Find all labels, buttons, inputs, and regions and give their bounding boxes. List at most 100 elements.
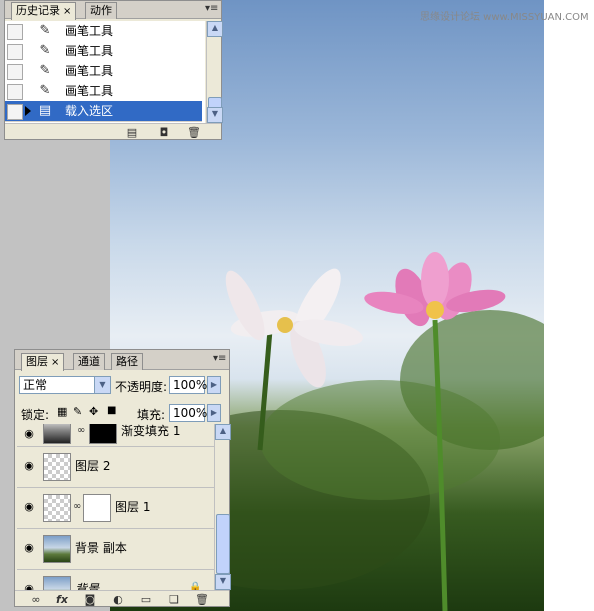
opacity-label: 不透明度: bbox=[115, 380, 168, 394]
layer-row-background[interactable]: ◉ 背景 🔒 bbox=[17, 570, 214, 590]
history-item-label: 画笔工具 bbox=[65, 24, 114, 38]
history-footer: ▤ ◘ 🗑 bbox=[5, 123, 221, 139]
scroll-down-arrow-icon[interactable]: ▼ bbox=[207, 107, 223, 123]
layers-tab-bar: 图层 × 通道 路径 ▾≡ bbox=[15, 350, 229, 371]
chevron-down-icon[interactable]: ▼ bbox=[94, 377, 110, 393]
close-icon[interactable]: × bbox=[51, 357, 59, 368]
add-mask-icon[interactable]: ◙ bbox=[83, 594, 97, 606]
brush-icon: ✎ bbox=[39, 83, 51, 98]
scroll-up-arrow-icon[interactable]: ▲ bbox=[215, 424, 231, 440]
layer-name: 图层 2 bbox=[75, 459, 111, 473]
history-item-label: 画笔工具 bbox=[65, 44, 114, 58]
history-panel: 历史记录× 动作 ▾≡ ✎ 画笔工具 ✎ 画笔工具 ✎ 画笔工具 ✎ 画笔工具 bbox=[4, 0, 223, 140]
layers-panel: 图层 × 通道 路径 ▾≡ 正常 ▼ 不透明度: 100% ▶ 锁定: ▦ ✎ ✥… bbox=[14, 349, 231, 607]
lock-image-pixels-icon[interactable]: ✎ bbox=[73, 405, 82, 418]
fx-icon[interactable]: fx bbox=[55, 594, 69, 606]
history-scrollbar[interactable]: ▲ ▼ bbox=[206, 21, 223, 123]
lock-transparent-pixels-icon[interactable]: ▦ bbox=[57, 405, 67, 418]
layer-row-background-copy[interactable]: ◉ 背景 副本 bbox=[17, 529, 214, 570]
eye-icon[interactable]: ◉ bbox=[22, 501, 36, 513]
link-layers-icon[interactable]: ∞ bbox=[29, 594, 43, 606]
layer-thumbnail bbox=[43, 535, 71, 563]
eye-icon[interactable]: ◉ bbox=[22, 428, 36, 440]
link-chain-icon[interactable]: ∞ bbox=[73, 502, 81, 512]
opacity-slider-arrow-icon[interactable]: ▶ bbox=[207, 376, 221, 394]
new-layer-icon[interactable]: ❏ bbox=[167, 594, 181, 606]
layer-name: 渐变填充 1 bbox=[121, 424, 181, 438]
tab-paths-label: 路径 bbox=[116, 355, 138, 368]
brush-icon: ✎ bbox=[39, 43, 51, 58]
fill-slider-arrow-icon[interactable]: ▶ bbox=[207, 404, 221, 422]
layer-row-gradient-fill[interactable]: ◉ ∞ 渐变填充 1 bbox=[17, 424, 214, 447]
tab-paths[interactable]: 路径 bbox=[111, 353, 143, 370]
workspace-right-margin bbox=[544, 0, 594, 611]
tab-layers[interactable]: 图层 × bbox=[21, 353, 65, 371]
scroll-down-arrow-icon[interactable]: ▼ bbox=[215, 574, 231, 590]
eye-icon[interactable]: ◉ bbox=[22, 583, 36, 591]
layer-mask-thumbnail[interactable] bbox=[89, 424, 117, 444]
history-item[interactable]: ✎ 画笔工具 bbox=[5, 61, 202, 82]
snapshot-source-checkbox[interactable] bbox=[7, 104, 23, 120]
layers-footer: ∞ fx ◙ ◐ ▭ ❏ 🗑 bbox=[15, 590, 229, 606]
snapshot-source-checkbox[interactable] bbox=[7, 44, 23, 60]
layer-row-layer-1[interactable]: ◉ ∞ 图层 1 bbox=[17, 488, 214, 529]
history-state-slider-icon[interactable] bbox=[25, 106, 31, 116]
history-item-label: 画笔工具 bbox=[65, 84, 114, 98]
brush-icon: ✎ bbox=[39, 23, 51, 38]
close-icon[interactable]: × bbox=[63, 6, 71, 17]
tab-actions[interactable]: 动作 bbox=[85, 2, 117, 19]
scroll-thumb[interactable] bbox=[216, 514, 230, 574]
snapshot-source-checkbox[interactable] bbox=[7, 64, 23, 80]
eye-icon[interactable]: ◉ bbox=[22, 460, 36, 472]
snapshot-source-checkbox[interactable] bbox=[7, 84, 23, 100]
layer-thumbnail bbox=[43, 494, 71, 522]
link-chain-icon[interactable]: ∞ bbox=[77, 426, 85, 436]
snapshot-source-checkbox[interactable] bbox=[7, 24, 23, 40]
history-item[interactable]: ✎ 画笔工具 bbox=[5, 21, 202, 42]
new-document-from-state-icon[interactable]: ▤ bbox=[125, 127, 139, 139]
layer-thumbnail bbox=[43, 424, 71, 444]
lock-icon: 🔒 bbox=[189, 582, 202, 590]
layer-name: 图层 1 bbox=[115, 500, 151, 514]
layers-scrollbar[interactable]: ▲ ▼ bbox=[214, 424, 231, 590]
layer-name: 背景 bbox=[75, 582, 100, 590]
panel-menu-icon[interactable]: ▾≡ bbox=[205, 3, 219, 17]
layer-mask-thumbnail[interactable] bbox=[83, 494, 111, 522]
layer-thumbnail bbox=[43, 453, 71, 481]
history-item[interactable]: ✎ 画笔工具 bbox=[5, 41, 202, 62]
history-item-label: 载入选区 bbox=[65, 104, 114, 118]
snapshot-camera-icon[interactable]: ◘ bbox=[157, 127, 171, 139]
fill-label: 填充: bbox=[137, 408, 166, 422]
tab-history-label: 历史记录 bbox=[16, 4, 60, 17]
scroll-up-arrow-icon[interactable]: ▲ bbox=[207, 21, 223, 37]
tab-channels-label: 通道 bbox=[78, 355, 100, 368]
eye-icon[interactable]: ◉ bbox=[22, 542, 36, 554]
history-item[interactable]: ✎ 画笔工具 bbox=[5, 81, 202, 102]
adjustment-layer-icon[interactable]: ◐ bbox=[111, 594, 125, 606]
layer-row-layer-2[interactable]: ◉ 图层 2 bbox=[17, 447, 214, 488]
blend-mode-dropdown[interactable]: 正常 ▼ bbox=[19, 376, 111, 394]
history-list: ✎ 画笔工具 ✎ 画笔工具 ✎ 画笔工具 ✎ 画笔工具 ▤ 载入选区 bbox=[5, 21, 205, 123]
trash-icon[interactable]: 🗑 bbox=[195, 594, 209, 606]
fill-input[interactable]: 100% bbox=[169, 404, 207, 422]
history-item-label: 画笔工具 bbox=[65, 64, 114, 78]
history-item-selected[interactable]: ▤ 载入选区 bbox=[5, 101, 202, 122]
layers-list: ◉ ∞ 渐变填充 1 ◉ 图层 2 ◉ ∞ 图层 1 ◉ 背景 副本 ◉ 背景 … bbox=[15, 424, 215, 590]
layer-name: 背景 副本 bbox=[75, 541, 127, 555]
panel-menu-icon[interactable]: ▾≡ bbox=[213, 353, 227, 367]
tab-layers-label: 图层 bbox=[26, 355, 48, 368]
layer-thumbnail bbox=[43, 576, 71, 590]
lock-position-icon[interactable]: ✥ bbox=[89, 405, 98, 418]
group-folder-icon[interactable]: ▭ bbox=[139, 594, 153, 606]
opacity-input[interactable]: 100% bbox=[169, 376, 207, 394]
trash-icon[interactable]: 🗑 bbox=[187, 127, 201, 139]
lock-all-icon[interactable]: ■ bbox=[107, 405, 116, 416]
watermark-text: 思缘设计论坛 www.MISSYUAN.COM bbox=[420, 12, 589, 23]
load-selection-icon: ▤ bbox=[38, 103, 52, 118]
brush-icon: ✎ bbox=[39, 63, 51, 78]
lock-label: 锁定: bbox=[21, 408, 50, 422]
tab-history[interactable]: 历史记录 × bbox=[11, 2, 77, 20]
blend-mode-value: 正常 bbox=[23, 378, 48, 392]
tab-channels[interactable]: 通道 bbox=[73, 353, 105, 370]
tab-actions-label: 动作 bbox=[90, 4, 112, 17]
